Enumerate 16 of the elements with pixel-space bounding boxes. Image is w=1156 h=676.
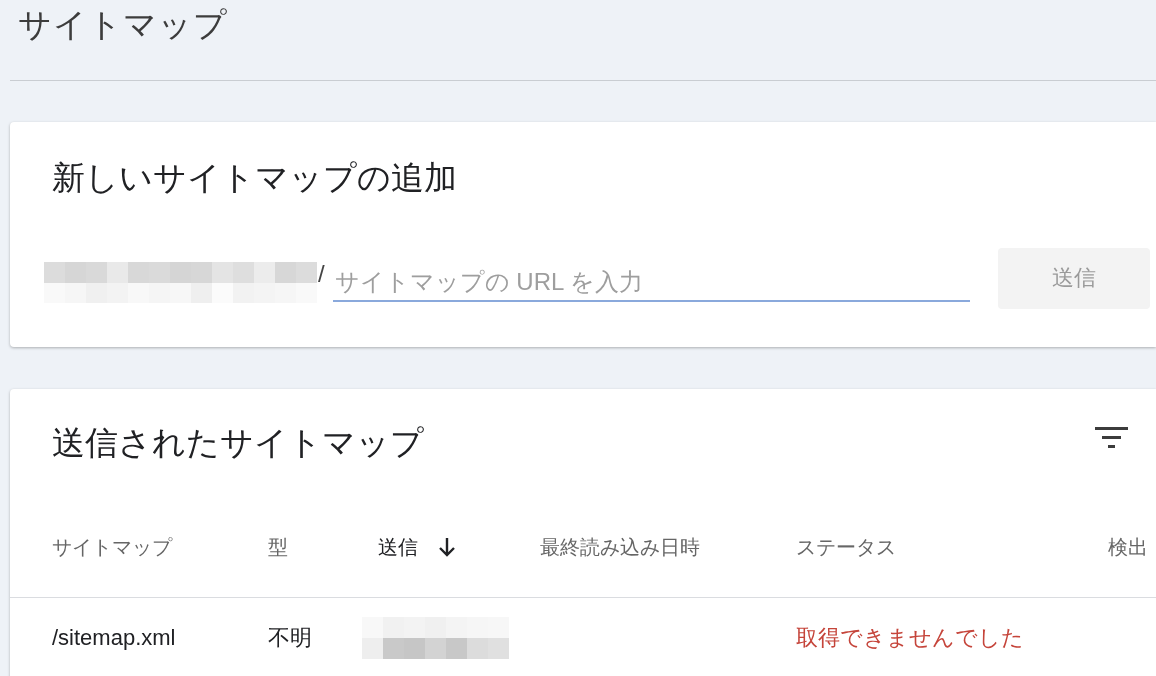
column-header[interactable]: 検出 <box>1108 533 1148 561</box>
page-title: サイトマップ <box>18 5 228 45</box>
url-input-field[interactable]: サイトマップの URL を入力 <box>332 264 970 302</box>
table-cell-text: 不明 <box>268 624 312 652</box>
filter-icon[interactable] <box>1095 427 1128 449</box>
arrow-down-icon[interactable] <box>438 537 456 557</box>
card-title: 新しいサイトマップの追加 <box>52 158 457 198</box>
column-header[interactable]: 最終読み込み日時 <box>540 533 700 561</box>
column-header[interactable]: 送信 <box>378 533 418 561</box>
column-header[interactable]: ステータス <box>796 533 896 561</box>
column-header[interactable]: 型 <box>268 533 288 561</box>
path-separator: / <box>318 259 325 289</box>
card-title: 送信されたサイトマップ <box>52 423 424 463</box>
table-cell: /sitemap.xml <box>52 625 176 651</box>
column-header[interactable]: サイトマップ <box>52 533 172 561</box>
status-text: 取得できませんでした <box>796 624 1024 652</box>
